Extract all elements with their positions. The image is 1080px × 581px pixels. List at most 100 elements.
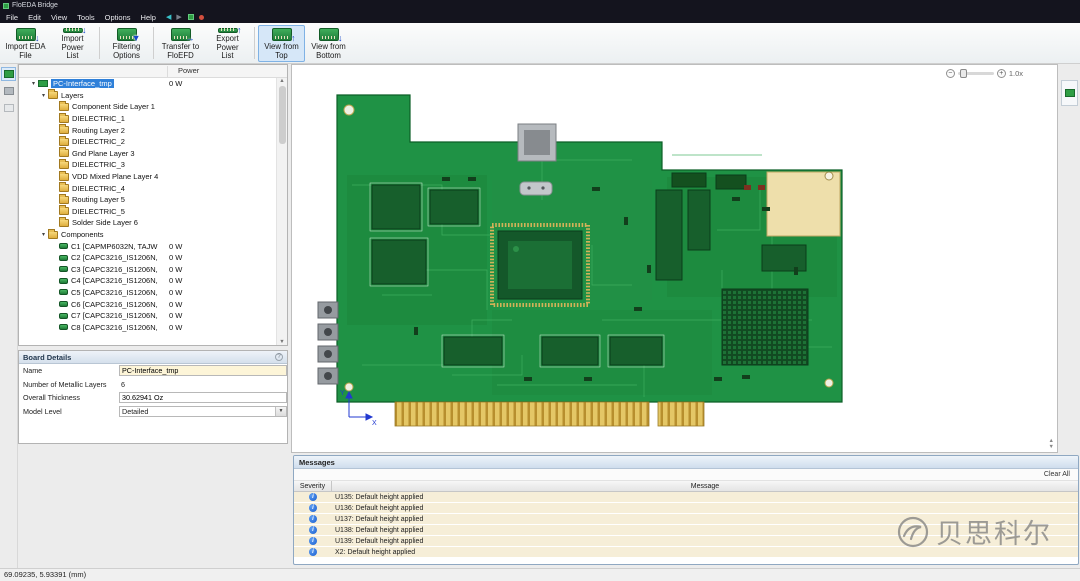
expand-arrow-icon[interactable]: ▾ [39,231,48,238]
tree-item-layer[interactable]: Solder Side Layer 6 [19,217,276,229]
filtering-options-button[interactable]: ▼ Filtering Options [103,25,150,62]
severity-column-header[interactable]: Severity [294,481,332,491]
message-row[interactable]: i U139: Default height applied [294,536,1078,547]
tree-item-layer[interactable]: DIELECTRIC_2 [19,136,276,148]
board-viewport[interactable]: − + 1.0x ▲ ▼ [291,64,1058,453]
zoom-out-icon[interactable]: − [946,69,955,78]
board-details-panel: Board Details ? Name Number of Metallic … [18,350,288,444]
window-title: FloEDA Bridge [12,2,58,9]
clear-all-link[interactable]: Clear All [1044,471,1070,478]
import-power-list-button[interactable]: ↓ Import Power List [49,25,96,62]
overall-thickness-field[interactable] [119,392,287,403]
info-icon: i [309,526,317,534]
tree-item-component[interactable]: C3 [CAPC3216_IS1206N,0 W [19,264,276,276]
tree-item-layer[interactable]: DIELECTRIC_1 [19,113,276,125]
tree-item-layer[interactable]: DIELECTRIC_5 [19,206,276,218]
tree-item-root[interactable]: ▾ PC-Interface_tmp 0 W [19,78,276,90]
menu-tools[interactable]: Tools [72,13,100,22]
view-from-top-button[interactable]: ↑ View from Top [258,25,305,62]
tree-item-label: C6 [CAPC3216_IS1206N, [71,300,158,309]
message-column-header[interactable]: Message [332,481,1078,491]
menu-edit[interactable]: Edit [23,13,46,22]
tree-item-label: Routing Layer 5 [72,195,125,204]
components-tab[interactable] [1,84,16,98]
expand-arrow-icon[interactable]: ▾ [29,80,38,87]
tree-item-label: C4 [CAPC3216_IS1206N, [71,276,158,285]
floeda-bridge-window: FloEDA Bridge File Edit View Tools Optio… [0,0,1080,581]
model-tree-tab[interactable] [1,67,16,81]
import-eda-file-button[interactable]: ↓ Import EDA File [2,25,49,62]
layer-icon [59,207,69,215]
message-row[interactable]: i U136: Default height applied [294,503,1078,514]
menu-options[interactable]: Options [100,13,136,22]
tree-item-layers[interactable]: ▾ Layers [19,90,276,102]
scroll-thumb[interactable] [279,86,286,144]
help-icon[interactable]: ? [275,353,283,361]
message-row[interactable]: i U137: Default height applied [294,514,1078,525]
message-row[interactable]: i U135: Default height applied [294,492,1078,503]
board-details-row: Overall Thickness [19,391,287,405]
tree-item-component[interactable]: C7 [CAPC3216_IS1206N,0 W [19,310,276,322]
message-text: X2: Default height applied [332,549,415,556]
button-label: FloEFD [167,52,193,61]
view-from-bottom-button[interactable]: ↓ View from Bottom [305,25,352,62]
tree-item-components[interactable]: ▾ Components [19,229,276,241]
zoom-slider-thumb[interactable] [960,69,967,78]
tree-item-layer[interactable]: Gnd Plane Layer 3 [19,148,276,160]
zoom-slider[interactable] [958,72,994,75]
tree-item-label: Routing Layer 2 [72,126,125,135]
transfer-icon: → [171,28,191,41]
tree-item-layer[interactable]: DIELECTRIC_4 [19,182,276,194]
back-arrow-icon[interactable]: ◀ [166,13,171,21]
tree-item-component[interactable]: C5 [CAPC3216_IS1206N,0 W [19,287,276,299]
pcb-board-render[interactable]: Y X [292,65,1058,453]
tree-item-layer[interactable]: Routing Layer 2 [19,124,276,136]
menu-view[interactable]: View [46,13,72,22]
field-label: Overall Thickness [23,393,80,402]
component-icon [59,301,68,307]
transfer-to-floefd-button[interactable]: → Transfer to FloEFD [157,25,204,62]
chip-ghost-icon [4,104,14,112]
power-value: 0 W [169,300,182,309]
scroll-up-icon[interactable]: ▲ [279,78,284,84]
tree-item-component[interactable]: C6 [CAPC3216_IS1206N, 0 W [19,298,276,310]
view-top-icon: ↑ [272,28,292,41]
zoom-level: 1.0x [1009,69,1023,78]
export-power-list-button[interactable]: ↑ Export Power List [204,25,251,62]
edit-tab[interactable] [1,101,16,115]
field-label: Model Level [23,407,62,416]
side-icon-strip [0,64,18,568]
model-side-tab[interactable] [1061,80,1078,106]
message-text: U139: Default height applied [332,538,423,545]
tree-item-layer[interactable]: DIELECTRIC_3 [19,159,276,171]
tree-item-component[interactable]: C1 [CAPMP6032N, TAJW0 W [19,240,276,252]
dropdown-arrow-icon[interactable]: ▼ [275,407,286,416]
scroll-down-icon[interactable]: ▼ [1049,444,1054,450]
menu-help[interactable]: Help [136,13,161,22]
tree-item-component[interactable]: C8 [CAPC3216_IS1206N,0 W [19,321,276,333]
layer-icon [59,115,69,123]
board-mini-icon[interactable] [188,14,194,20]
viewport-scroll-arrows[interactable]: ▲ ▼ [1049,438,1054,450]
axis-x-label: X [372,420,377,427]
message-row[interactable]: i U138: Default height applied [294,525,1078,536]
folder-icon [48,231,58,239]
model-level-select[interactable]: Detailed ▼ [119,406,287,417]
forward-arrow-icon[interactable]: ▶ [176,13,181,21]
menu-file[interactable]: File [1,13,23,22]
zoom-in-icon[interactable]: + [997,69,1006,78]
tree-item-component[interactable]: C2 [CAPC3216_IS1206N,0 W [19,252,276,264]
info-icon: i [309,493,317,501]
tree-item-component[interactable]: C4 [CAPC3216_IS1206N,0 W [19,275,276,287]
message-row[interactable]: i X2: Default height applied [294,547,1078,558]
layer-icon [59,138,69,146]
expand-arrow-icon[interactable]: ▾ [39,92,48,99]
app-icon [3,3,9,9]
scroll-down-icon[interactable]: ▼ [277,339,287,345]
tree-item-layer[interactable]: Routing Layer 5 [19,194,276,206]
name-field[interactable] [119,365,287,376]
tree-item-layer[interactable]: VDD Mixed Plane Layer 4 [19,171,276,183]
tree-scrollbar[interactable]: ▲ ▼ [276,78,287,345]
tree-item-layer[interactable]: Component Side Layer 1 [19,101,276,113]
board-icon [4,70,14,78]
